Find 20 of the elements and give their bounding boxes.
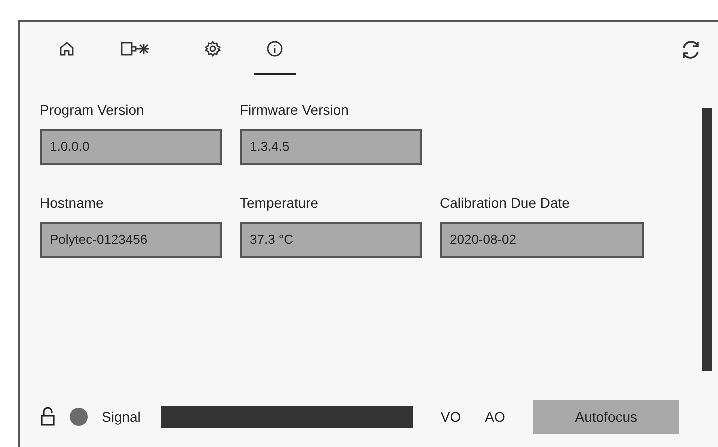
field-label: Firmware Version xyxy=(240,101,350,120)
field-label: Hostname xyxy=(40,194,105,213)
field-label: Temperature xyxy=(240,194,320,213)
field-label: Program Version xyxy=(40,101,146,120)
unlocked-icon[interactable] xyxy=(40,407,56,427)
home-icon xyxy=(58,40,76,58)
scrollbar[interactable] xyxy=(702,108,712,371)
value-field: 37.3 °C xyxy=(240,222,422,258)
settings-icon xyxy=(204,40,222,58)
value-field: 2020-08-02 xyxy=(440,222,644,258)
signal-label: Signal xyxy=(102,408,141,427)
value-field: Polytec-0123456 xyxy=(40,222,222,258)
field-label: Calibration Due Date xyxy=(440,194,571,213)
refresh-icon[interactable] xyxy=(680,39,702,61)
info-icon xyxy=(266,40,284,58)
value-field: 1.3.4.5 xyxy=(240,129,422,165)
autofocus-button[interactable]: Autofocus xyxy=(533,400,680,434)
indicator-label: AO xyxy=(485,408,506,426)
value-field: 1.0.0.0 xyxy=(40,129,222,165)
indicator-label: VO xyxy=(440,408,462,426)
